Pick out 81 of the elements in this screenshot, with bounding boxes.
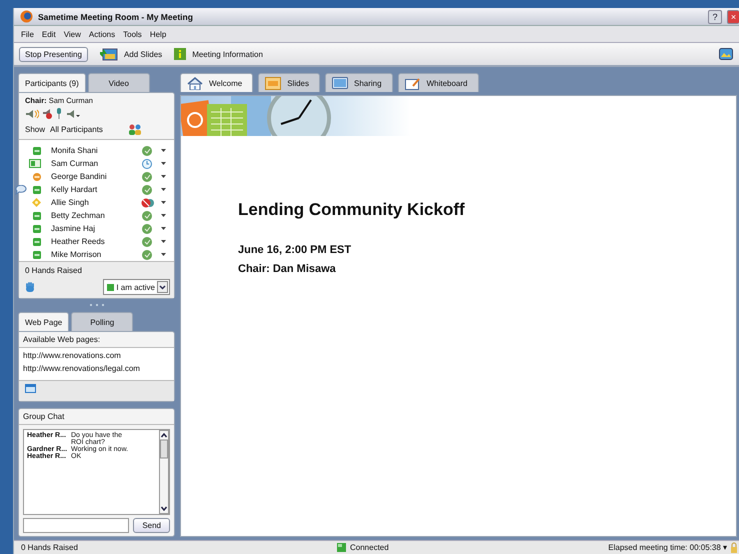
caret-icon: [161, 201, 166, 204]
picture-icon: [100, 48, 118, 60]
stop-presenting-button[interactable]: Stop Presenting: [19, 46, 88, 62]
menu-item[interactable]: Help: [150, 30, 166, 38]
participant-row[interactable]: Betty Zechman: [19, 209, 174, 222]
tab[interactable]: Video: [88, 73, 150, 92]
elapsed-time[interactable]: Elapsed meeting time: 00:05:38 ▾: [608, 543, 727, 552]
meeting-chair: Chair: Dan Misawa: [238, 263, 337, 275]
participant-row[interactable]: Sam Curman: [19, 157, 174, 170]
caret-icon: [161, 240, 166, 243]
menu-item[interactable]: Tools: [123, 30, 142, 38]
screen-icon: [719, 48, 733, 60]
status-dropdown[interactable]: I am active: [103, 279, 170, 295]
lock-icon: [731, 542, 737, 553]
caret-icon: [161, 175, 166, 178]
tab[interactable]: Slides: [258, 73, 320, 92]
menu-item[interactable]: Actions: [88, 30, 116, 38]
hand-icon: [25, 282, 35, 292]
muted-speaker-icon: [42, 108, 52, 119]
participant-name: Mike Morrison: [51, 250, 102, 259]
participant-name: Sam Curman: [51, 159, 100, 168]
meeting-date: June 16, 2:00 PM EST: [238, 244, 352, 256]
tab[interactable]: Polling: [71, 312, 134, 331]
caret-icon: [161, 162, 166, 165]
meeting-heading: Lending Community Kickoff: [238, 200, 466, 220]
tab[interactable]: Whiteboard: [398, 73, 478, 92]
menu-item[interactable]: File: [21, 30, 34, 38]
participant-row[interactable]: Allie Singh: [19, 196, 174, 209]
menu-item[interactable]: Edit: [42, 30, 56, 38]
monitor-icon: [332, 76, 348, 90]
globe-icon: [20, 10, 33, 23]
send-button[interactable]: Send: [133, 518, 170, 533]
participant-row[interactable]: George Bandini: [19, 170, 174, 183]
caret-icon: [161, 253, 166, 256]
tab[interactable]: Sharing: [325, 73, 393, 92]
whiteboard-icon: [404, 76, 421, 90]
participant-row[interactable]: Monifa Shani: [19, 144, 174, 157]
meeting-information-button[interactable]: Meeting Information: [174, 48, 263, 60]
participant-name: Kelly Hardart: [51, 185, 98, 194]
browser-window-icon: [25, 384, 36, 393]
slides-icon: [265, 76, 282, 90]
connected-icon: [337, 543, 346, 552]
participant-name: Betty Zechman: [51, 211, 106, 220]
participant-row[interactable]: Mike Morrison: [19, 248, 174, 261]
hands-raised-status: 0 Hands Raised: [21, 543, 79, 552]
participant-row[interactable]: Jasmine Haj: [19, 222, 174, 235]
tab[interactable]: Welcome: [180, 73, 254, 92]
caret-icon: [161, 188, 166, 191]
participant-name: Monifa Shani: [51, 146, 99, 155]
tab[interactable]: Web Page: [18, 312, 70, 331]
caret-icon: [161, 214, 166, 217]
participant-name: Allie Singh: [51, 198, 90, 207]
hands-raised-count: 0 Hands Raised: [25, 266, 83, 275]
connection-status: Connected: [350, 543, 389, 552]
speaker-dropdown-icon: [66, 108, 80, 118]
info-icon: [174, 48, 186, 60]
group-chat-title: Group Chat: [19, 409, 174, 425]
show-filter[interactable]: All Participants: [50, 125, 103, 134]
available-icon: [107, 284, 114, 290]
tab[interactable]: Participants (9): [18, 73, 86, 92]
speaker-icon: [25, 108, 39, 118]
microphone-icon: [55, 108, 63, 119]
status-value: I am active: [116, 282, 155, 292]
participant-name: George Bandini: [51, 172, 108, 181]
add-slides-button[interactable]: Add Slides: [100, 48, 162, 60]
people-icon: [128, 124, 142, 135]
show-label: Show: [25, 125, 46, 134]
participant-name: Heather Reeds: [51, 237, 106, 246]
close-button[interactable]: ×: [727, 10, 739, 24]
caret-icon: [161, 227, 166, 230]
house-icon: [187, 76, 203, 90]
window-title: Sametime Meeting Room - My Meeting: [38, 12, 193, 22]
chat-input-field[interactable]: [23, 518, 130, 533]
participant-row[interactable]: Heather Reeds: [19, 235, 174, 248]
participant-name: Jasmine Haj: [51, 224, 96, 233]
help-button[interactable]: ?: [708, 10, 722, 24]
menu-item[interactable]: View: [64, 30, 81, 38]
url-item[interactable]: http://www.renovations.com: [23, 351, 170, 364]
url-item[interactable]: http://www.renovations/legal.com: [23, 364, 170, 377]
participant-row[interactable]: Kelly Hardart: [19, 183, 174, 196]
caret-icon: [161, 149, 166, 152]
